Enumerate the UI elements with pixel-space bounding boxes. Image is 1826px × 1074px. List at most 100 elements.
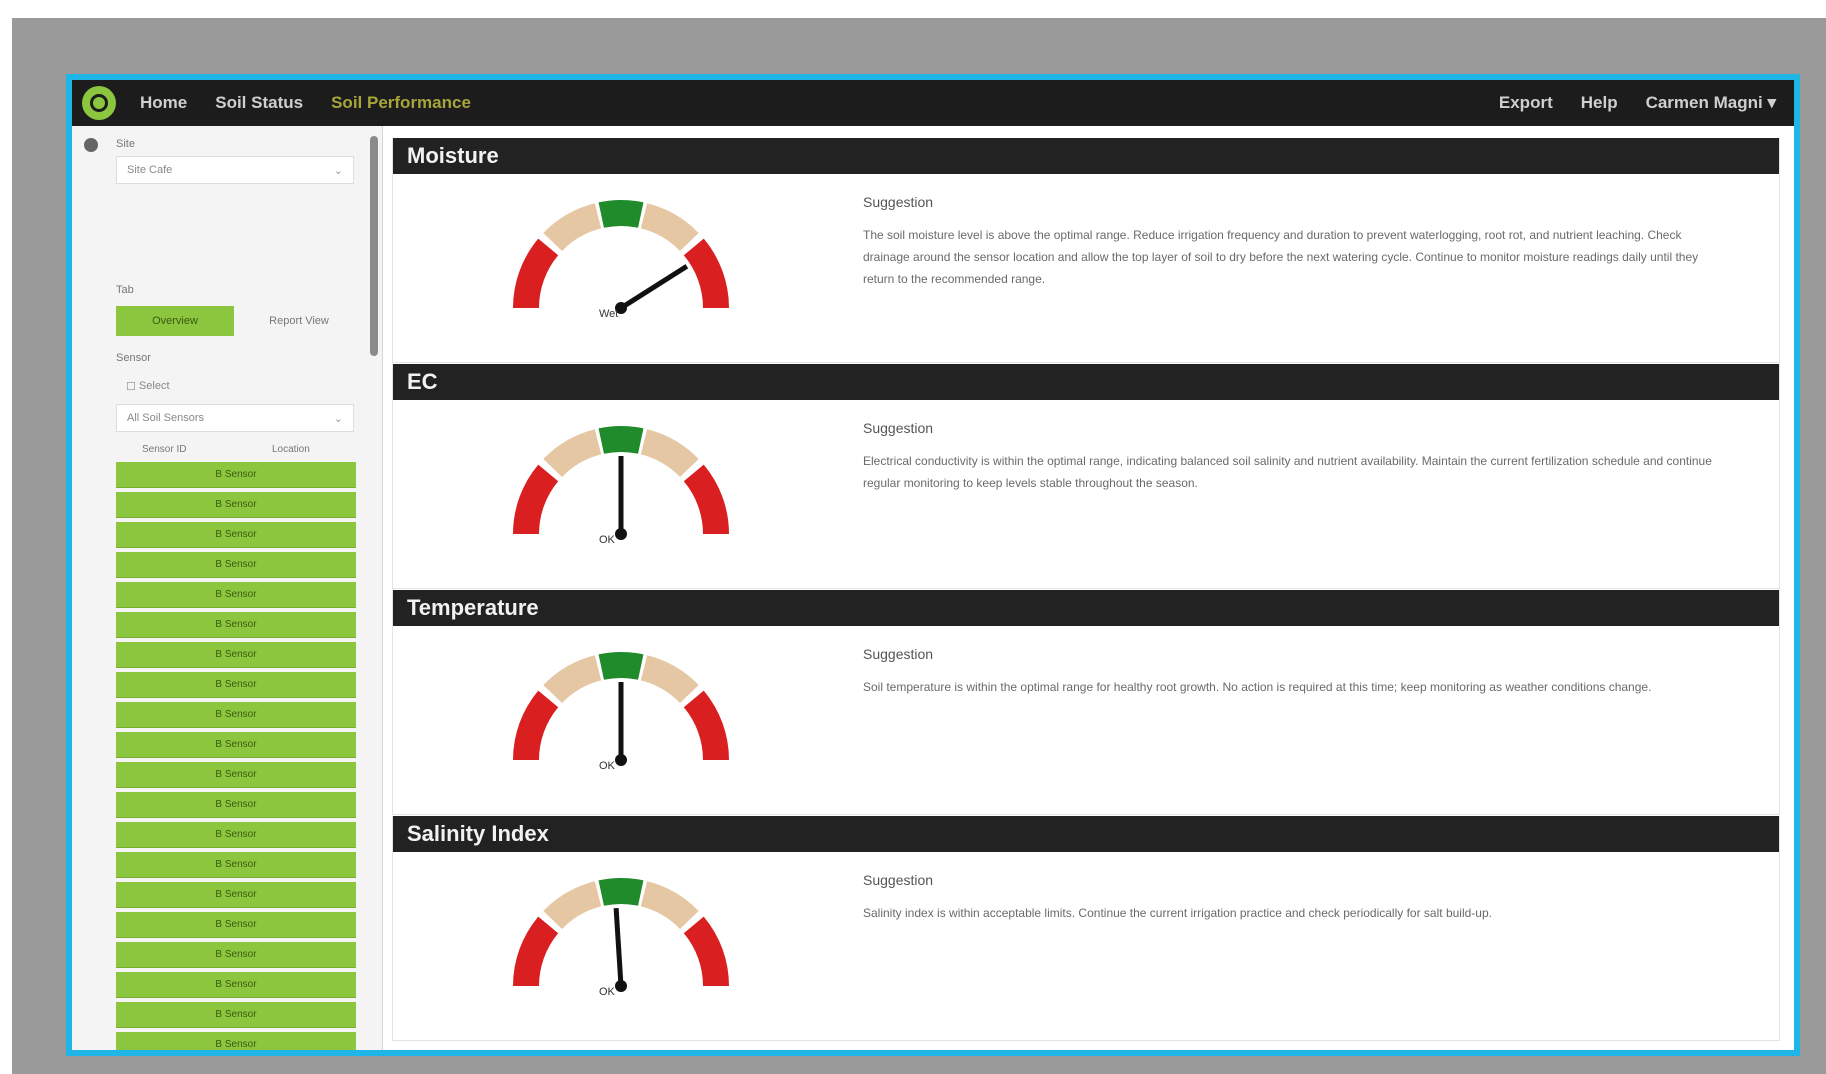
checkbox-icon: ☐ [126,380,139,393]
suggestion-text: Soil temperature is within the optimal r… [863,680,1652,694]
section-title: Moisture [393,138,1779,174]
suggestion-title: Suggestion [863,872,934,888]
suggestion-text: Salinity index is within acceptable limi… [863,906,1492,920]
nav-export[interactable]: Export [1499,93,1553,113]
select-checkbox-label: Select [138,380,170,392]
gauge-dial [513,426,729,540]
list-item[interactable]: B Sensor [116,852,356,878]
list-item[interactable]: B Sensor [116,912,356,938]
gauge-section: Temperature OK Suggestion Soil temperature … [392,590,1780,815]
list-item[interactable]: B Sensor [116,552,356,578]
gauge-status-label: OK [599,534,615,546]
gauge-dial [513,200,729,314]
gauge-status-label: Wet [599,308,619,320]
gauge-segment-high-beige [640,655,699,704]
gauge-dial [513,652,729,766]
chevron-down-icon: ⌄ [333,164,343,177]
site-label: Site [116,138,135,150]
user-name: Carmen Magni [1645,93,1763,112]
list-item[interactable]: B Sensor [116,462,356,488]
list-item[interactable]: B Sensor [116,732,356,758]
gauge-segment-high-beige [640,429,699,478]
app-window: Home Soil Status Soil Performance Export… [66,74,1800,1056]
list-item[interactable]: B Sensor [116,762,356,788]
list-item[interactable]: B Sensor [116,942,356,968]
column-header-sensor-id[interactable]: Sensor ID [142,444,186,455]
gauge-segment-low-beige [543,203,602,252]
list-item[interactable]: B Sensor [116,642,356,668]
report-view-button[interactable]: Report View [244,306,354,336]
gauge-status-label: OK [599,760,615,772]
gauge-segment-optimal-green [598,200,644,228]
gauge-hub [615,980,627,992]
list-item[interactable]: B Sensor [116,822,356,848]
sidebar-scrollbar[interactable] [370,136,378,356]
tab-label: Tab [116,284,134,296]
sensor-list: B Sensor B Sensor B Sensor B Sensor B Sensor… [116,462,356,1050]
gauge-status-label: OK [599,986,615,998]
section-title: Temperature [393,590,1779,626]
gauge-hub [615,754,627,766]
gauge-section: Moisture Wet Suggestion The soil moisture l… [392,138,1780,363]
gauge-hub [615,528,627,540]
list-item[interactable]: B Sensor [116,612,356,638]
column-header-location[interactable]: Location [272,444,310,455]
site-select-value: Site Cafe [127,164,173,176]
gauge-section: EC OK Suggestion Electrical conductivity is… [392,364,1780,589]
suggestion-title: Suggestion [863,420,934,436]
gauge-needle [613,907,624,987]
gauge-segment-low-beige [543,655,602,704]
list-item[interactable]: B Sensor [116,492,356,518]
list-item[interactable]: B Sensor [116,522,356,548]
gauge-segment-low-red [513,238,559,309]
sensor-label: Sensor [116,352,151,364]
user-menu[interactable]: Carmen Magni ▾ [1646,93,1776,113]
section-title: EC [393,364,1779,400]
list-item[interactable]: B Sensor [116,792,356,818]
suggestion-title: Suggestion [863,194,934,210]
gauge-segment-high-beige [640,203,699,252]
gear-icon[interactable] [84,138,98,152]
gauge-segment-low-red [513,690,559,761]
gauge-needle [619,264,689,311]
list-item[interactable]: B Sensor [116,702,356,728]
suggestion-title: Suggestion [863,646,934,662]
list-item[interactable]: B Sensor [116,672,356,698]
chevron-down-icon: ⌄ [333,412,343,425]
gauge-segment-low-beige [543,881,602,930]
gauge-segment-optimal-green [598,426,644,454]
nav-home[interactable]: Home [140,93,187,113]
select-checkbox[interactable]: ☐ Select [116,372,354,400]
logo-icon[interactable] [82,86,116,120]
nav-soil-performance[interactable]: Soil Performance [331,93,471,113]
gauge-segment-high-red [683,690,729,761]
list-item[interactable]: B Sensor [116,582,356,608]
gauge-segment-optimal-green [598,878,644,906]
sidebar: Site Site Cafe ⌄ Tab Overview Report Vie… [72,126,383,1050]
top-navbar: Home Soil Status Soil Performance Export… [72,80,1794,126]
list-item[interactable]: B Sensor [116,972,356,998]
list-item[interactable]: B Sensor [116,882,356,908]
gauge-segment-low-beige [543,429,602,478]
chevron-down-icon: ▾ [1767,93,1776,112]
sensor-select[interactable]: All Soil Sensors ⌄ [116,404,354,432]
main-content: Moisture Wet Suggestion The soil moisture l… [392,126,1780,1050]
list-item[interactable]: B Sensor [116,1002,356,1028]
gauge-segment-high-beige [640,881,699,930]
gauge-segment-optimal-green [598,652,644,680]
gauge-section: Salinity Index OK Suggestion Salinity index… [392,816,1780,1041]
suggestion-text: Electrical conductivity is within the op… [863,454,1712,490]
gauge-segment-low-red [513,916,559,987]
nav-help[interactable]: Help [1581,93,1618,113]
gauge-segment-high-red [683,238,729,309]
overview-button[interactable]: Overview [116,306,234,336]
gauge-dial [513,878,729,992]
site-select[interactable]: Site Cafe ⌄ [116,156,354,184]
section-title: Salinity Index [393,816,1779,852]
nav-soil-status[interactable]: Soil Status [215,93,303,113]
sensor-select-value: All Soil Sensors [127,412,205,424]
gauge-segment-high-red [683,916,729,987]
gauge-segment-high-red [683,464,729,535]
list-item[interactable]: B Sensor [116,1032,356,1050]
gauge-segment-low-red [513,464,559,535]
